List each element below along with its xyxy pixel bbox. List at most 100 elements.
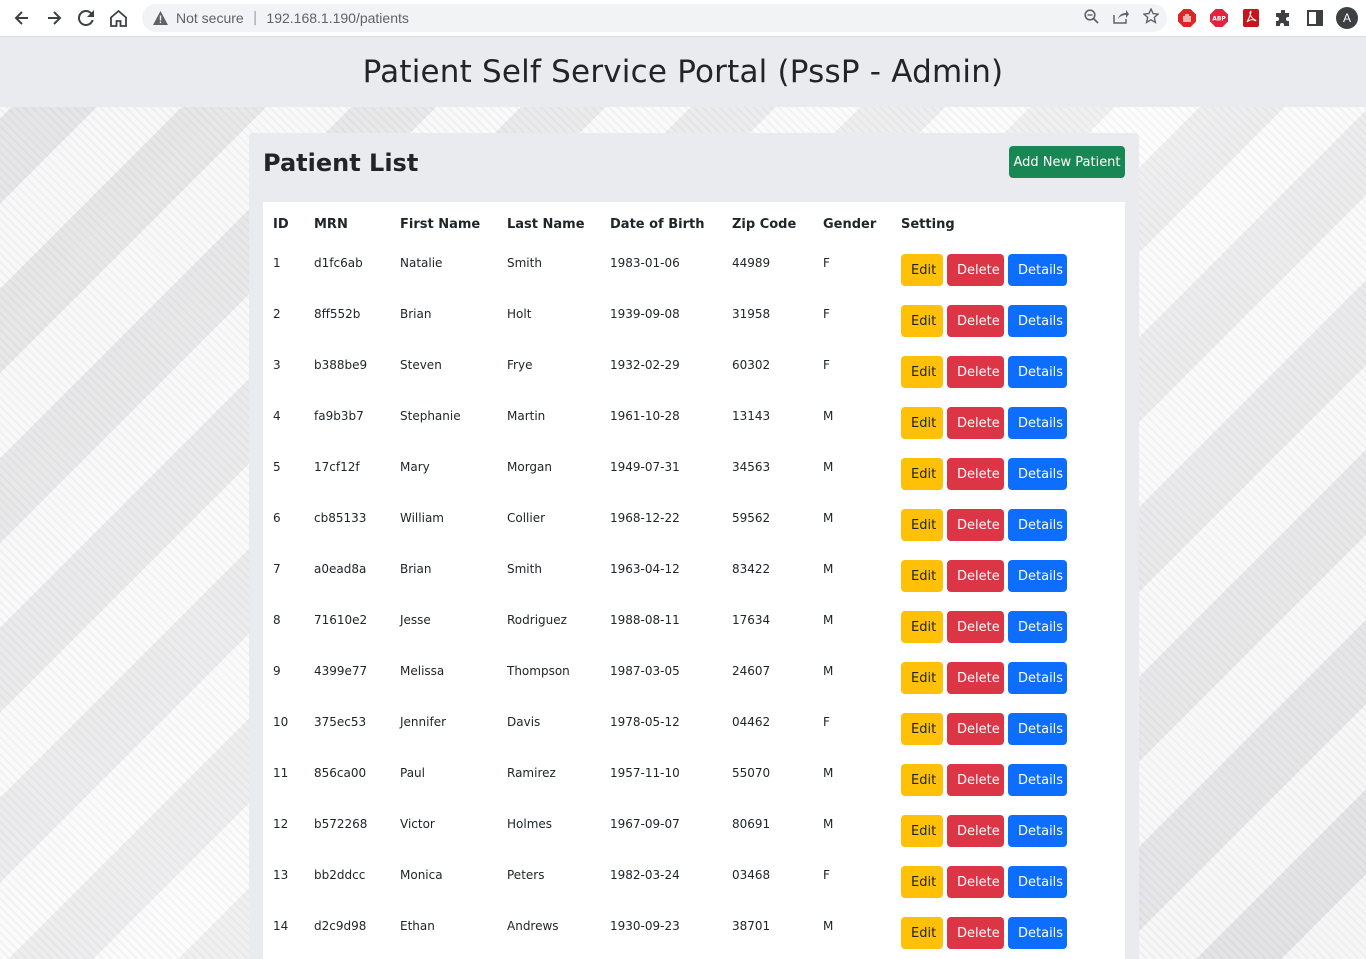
delete-button[interactable]: Delete: [947, 407, 1004, 439]
stop-hand-extension-icon[interactable]: [1176, 7, 1198, 29]
details-button[interactable]: Details: [1008, 509, 1067, 541]
details-button[interactable]: Details: [1008, 866, 1067, 898]
edit-button[interactable]: Edit: [901, 407, 943, 439]
details-button[interactable]: Details: [1008, 662, 1067, 694]
url-text[interactable]: 192.168.1.190/patients: [266, 10, 408, 26]
cell-first-name: Melissa: [400, 664, 445, 678]
cell-date-of-birth: 1968-12-22: [610, 511, 680, 525]
delete-button[interactable]: Delete: [947, 917, 1004, 949]
delete-button[interactable]: Delete: [947, 509, 1004, 541]
delete-button[interactable]: Delete: [947, 866, 1004, 898]
profile-avatar[interactable]: A: [1336, 7, 1358, 29]
delete-button[interactable]: Delete: [947, 764, 1004, 796]
side-panel-icon[interactable]: [1304, 7, 1326, 29]
edit-button[interactable]: Edit: [901, 662, 943, 694]
details-button[interactable]: Details: [1008, 458, 1067, 490]
cell-mrn: 856ca00: [314, 766, 367, 780]
table-header-row: ID MRN First Name Last Name Date of Birt…: [263, 202, 1125, 244]
cell-id: 11: [273, 766, 289, 780]
cell-zip-code: 24607: [732, 664, 771, 678]
column-header-first-name: First Name: [400, 216, 481, 232]
details-button[interactable]: Details: [1008, 407, 1067, 439]
cell-id: 6: [273, 511, 281, 525]
patient-table: ID MRN First Name Last Name Date of Birt…: [263, 202, 1125, 958]
cell-setting: Edit Delete Details: [901, 601, 1125, 652]
home-icon[interactable]: [102, 2, 134, 34]
row-actions: Edit Delete Details: [901, 815, 1125, 847]
details-button[interactable]: Details: [1008, 356, 1067, 388]
cell-mrn: 71610e2: [314, 613, 368, 627]
bookmark-star-icon[interactable]: [1142, 7, 1160, 28]
not-secure-label[interactable]: Not secure: [176, 10, 244, 26]
cell-date-of-birth: 1961-10-28: [610, 409, 680, 423]
column-header-date-of-birth: Date of Birth: [610, 216, 705, 232]
table-row: 3 b388be9 Steven Frye 1932-02-29 60302 F Edit De…: [263, 346, 1125, 397]
cell-first-name: Monica: [400, 868, 443, 882]
details-button[interactable]: Details: [1008, 917, 1067, 949]
cell-mrn: 4399e77: [314, 664, 368, 678]
card-title: Patient List: [263, 149, 419, 177]
table-row: 5 17cf12f Mary Morgan 1949-07-31 34563 M Edit De…: [263, 448, 1125, 499]
edit-button[interactable]: Edit: [901, 611, 943, 643]
delete-button[interactable]: Delete: [947, 713, 1004, 745]
details-button[interactable]: Details: [1008, 560, 1067, 592]
cell-setting: Edit Delete Details: [901, 448, 1125, 499]
delete-button[interactable]: Delete: [947, 254, 1004, 286]
share-icon[interactable]: [1113, 9, 1129, 28]
details-button[interactable]: Details: [1008, 611, 1067, 643]
details-button[interactable]: Details: [1008, 764, 1067, 796]
cell-zip-code: 13143: [732, 409, 771, 423]
cell-mrn: a0ead8a: [314, 562, 367, 576]
cell-gender: F: [823, 307, 830, 321]
back-arrow-icon[interactable]: [6, 2, 38, 34]
edit-button[interactable]: Edit: [901, 254, 943, 286]
cell-mrn: fa9b3b7: [314, 409, 364, 423]
edit-button[interactable]: Edit: [901, 509, 943, 541]
reload-icon[interactable]: [70, 2, 102, 34]
cell-first-name: Brian: [400, 307, 432, 321]
zoom-icon[interactable]: [1084, 8, 1099, 28]
cell-zip-code: 44989: [732, 256, 771, 270]
edit-button[interactable]: Edit: [901, 560, 943, 592]
pdf-extension-icon[interactable]: [1240, 7, 1262, 29]
cell-setting: Edit Delete Details: [901, 856, 1125, 907]
delete-button[interactable]: Delete: [947, 356, 1004, 388]
cell-last-name: Frye: [507, 358, 533, 372]
edit-button[interactable]: Edit: [901, 305, 943, 337]
edit-button[interactable]: Edit: [901, 866, 943, 898]
cell-setting: Edit Delete Details: [901, 295, 1125, 346]
delete-button[interactable]: Delete: [947, 305, 1004, 337]
cell-id: 9: [273, 664, 281, 678]
puzzle-extensions-icon[interactable]: [1272, 7, 1294, 29]
edit-button[interactable]: Edit: [901, 764, 943, 796]
cell-date-of-birth: 1967-09-07: [610, 817, 680, 831]
cell-date-of-birth: 1932-02-29: [610, 358, 680, 372]
cell-gender: F: [823, 256, 830, 270]
edit-button[interactable]: Edit: [901, 713, 943, 745]
delete-button[interactable]: Delete: [947, 815, 1004, 847]
details-button[interactable]: Details: [1008, 254, 1067, 286]
delete-button[interactable]: Delete: [947, 458, 1004, 490]
cell-zip-code: 59562: [732, 511, 771, 525]
forward-arrow-icon[interactable]: [38, 2, 70, 34]
add-new-patient-button[interactable]: Add New Patient: [1009, 146, 1125, 178]
edit-button[interactable]: Edit: [901, 815, 943, 847]
details-button[interactable]: Details: [1008, 815, 1067, 847]
cell-mrn: cb85133: [314, 511, 367, 525]
cell-last-name: Peters: [507, 868, 545, 882]
delete-button[interactable]: Delete: [947, 662, 1004, 694]
delete-button[interactable]: Delete: [947, 611, 1004, 643]
address-bar[interactable]: Not secure | 192.168.1.190/patients: [142, 4, 1167, 32]
details-button[interactable]: Details: [1008, 305, 1067, 337]
delete-button[interactable]: Delete: [947, 560, 1004, 592]
details-button[interactable]: Details: [1008, 713, 1067, 745]
edit-button[interactable]: Edit: [901, 458, 943, 490]
cell-gender: M: [823, 766, 834, 780]
cell-last-name: Andrews: [507, 919, 559, 933]
adblock-extension-icon[interactable]: ABP: [1208, 7, 1230, 29]
row-actions: Edit Delete Details: [901, 662, 1125, 694]
cell-mrn: d2c9d98: [314, 919, 367, 933]
edit-button[interactable]: Edit: [901, 356, 943, 388]
edit-button[interactable]: Edit: [901, 917, 943, 949]
table-row: 13 bb2ddcc Monica Peters 1982-03-24 03468 F Edi…: [263, 856, 1125, 907]
